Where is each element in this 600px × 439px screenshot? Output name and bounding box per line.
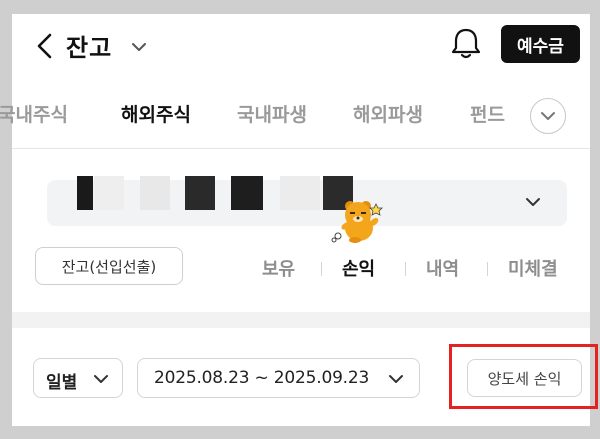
bell-icon[interactable] xyxy=(449,26,483,62)
subtab-divider xyxy=(405,262,406,276)
subtab-divider xyxy=(487,262,488,276)
tabs-divider xyxy=(12,148,590,149)
redacted-block xyxy=(94,176,124,210)
period-value: 일별 xyxy=(46,373,78,393)
date-range-select[interactable]: 2025.08.23 ~ 2025.09.23 xyxy=(137,358,420,398)
date-range-value: 2025.08.23 ~ 2025.09.23 xyxy=(154,368,370,388)
subtab-unfilled[interactable]: 미체결 xyxy=(508,255,558,281)
screenshot-frame-bottom xyxy=(0,426,600,439)
bear-mascot-icon xyxy=(331,201,383,243)
chevron-down-icon xyxy=(389,375,403,383)
deposit-button[interactable]: 예수금 xyxy=(501,25,580,63)
balance-fifo-button[interactable]: 잔고(선입선출) xyxy=(35,247,183,285)
back-arrow-icon[interactable] xyxy=(34,32,56,60)
subtab-profit-loss[interactable]: 손익 xyxy=(342,255,375,281)
redacted-block xyxy=(77,176,93,210)
section-divider xyxy=(12,312,590,328)
redacted-block xyxy=(140,176,170,210)
page-title: 잔고 xyxy=(66,34,113,62)
redacted-block xyxy=(185,176,215,210)
screenshot-frame-top xyxy=(0,0,600,14)
subtab-history[interactable]: 내역 xyxy=(426,255,459,281)
app-header: 잔고 예수금 xyxy=(12,14,590,78)
capital-gains-tax-button[interactable]: 양도세 손익 xyxy=(467,359,582,397)
market-tabs: 국내주식 해외주식 국내파생 해외파생 펀드 xyxy=(0,88,590,144)
screenshot-frame-right xyxy=(590,0,600,439)
tab-funds[interactable]: 펀드 xyxy=(470,100,505,127)
chevron-down-icon xyxy=(541,112,555,120)
tab-overseas-stocks[interactable]: 해외주식 xyxy=(121,100,191,127)
chevron-down-icon[interactable] xyxy=(130,40,148,54)
redacted-block xyxy=(231,176,263,210)
chevron-down-icon xyxy=(94,375,108,383)
subtab-divider xyxy=(321,262,322,276)
chevron-down-icon xyxy=(526,198,540,206)
redacted-block xyxy=(280,176,320,210)
tab-overseas-derivatives[interactable]: 해외파생 xyxy=(353,100,423,127)
tab-domestic-derivatives[interactable]: 국내파생 xyxy=(237,100,307,127)
tabs-more-button[interactable] xyxy=(530,98,566,134)
subtab-holdings[interactable]: 보유 xyxy=(262,255,295,281)
tab-domestic-stocks[interactable]: 국내주식 xyxy=(0,100,68,127)
period-select[interactable]: 일별 xyxy=(33,358,123,398)
screenshot-frame-left xyxy=(0,0,12,439)
